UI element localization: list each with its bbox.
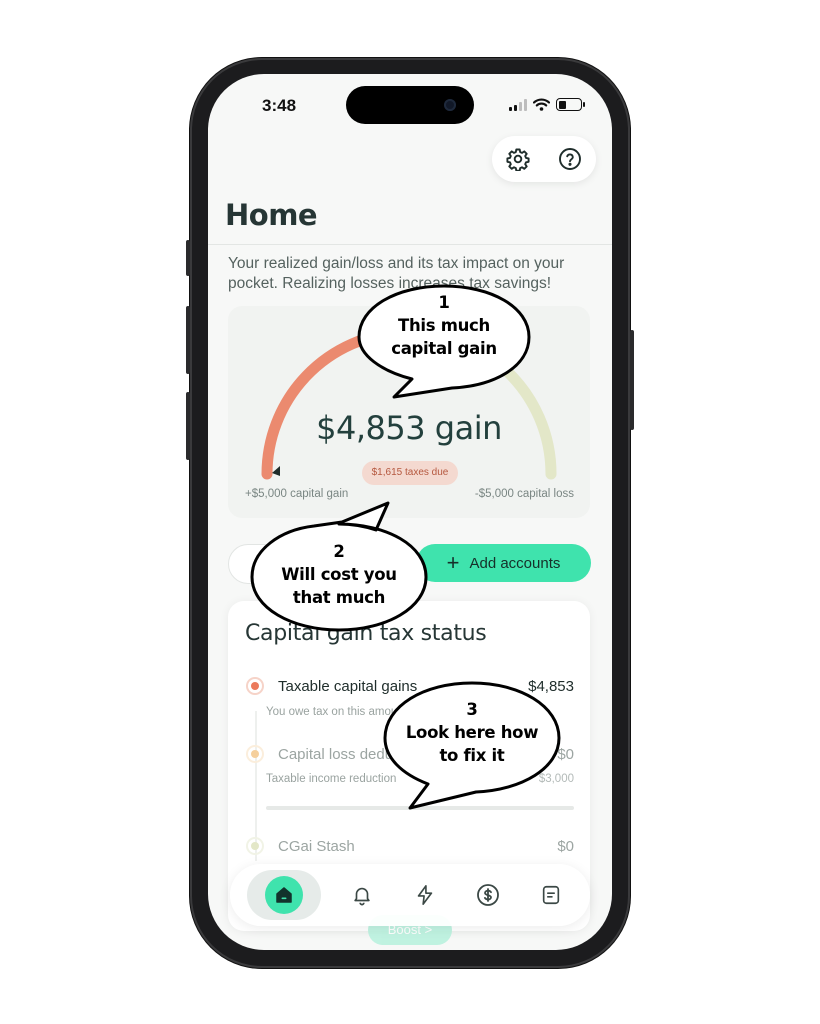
signal-icon	[509, 98, 527, 111]
lightning-icon	[417, 885, 433, 905]
callout-3-text: 3 Look here how to fix it	[380, 698, 564, 767]
phone-side-button	[186, 240, 190, 276]
dynamic-island	[346, 86, 474, 124]
plus-icon: +	[446, 550, 460, 575]
loss-deductions-subtext: Taxable income reduction	[266, 773, 397, 785]
callout-1-number: 1	[438, 293, 450, 312]
callout-2-text: 2 Will cost you that much	[246, 540, 432, 609]
phone-volume-down-button	[186, 392, 190, 460]
taxes-due-badge: $1,615 taxes due	[362, 461, 458, 485]
wifi-icon	[533, 98, 550, 111]
header-divider	[208, 244, 612, 245]
callout-3: 3 Look here how to fix it	[380, 680, 564, 812]
add-accounts-label: Add accounts	[469, 554, 561, 572]
callout-2: 2 Will cost you that much	[246, 500, 432, 634]
gauge-min-label: +$5,000 capital gain	[245, 488, 349, 500]
gain-value: $4,853 gain	[316, 409, 502, 447]
nav-notifications[interactable]	[340, 873, 384, 917]
status-icons	[509, 98, 585, 111]
nav-home[interactable]	[247, 870, 322, 920]
stash-dot	[246, 837, 264, 855]
battery-icon	[556, 98, 585, 111]
nav-boost[interactable]	[403, 873, 447, 917]
question-circle-icon[interactable]	[556, 145, 584, 173]
callout-1-text: 1 This much capital gain	[354, 291, 534, 360]
phone-volume-up-button	[186, 306, 190, 374]
home-icon	[276, 887, 293, 903]
top-actions	[492, 136, 596, 182]
gauge-max-label: -$5,000 capital loss	[474, 488, 574, 500]
gear-icon[interactable]	[504, 145, 532, 173]
bottom-nav	[230, 864, 590, 926]
callout-3-line2: to fix it	[439, 746, 505, 765]
callout-2-line2: that much	[292, 588, 386, 607]
loss-deductions-dot	[246, 745, 264, 763]
nav-money[interactable]	[466, 873, 510, 917]
callout-1: 1 This much capital gain	[354, 283, 534, 403]
callout-3-number: 3	[466, 700, 478, 719]
callout-3-line1: Look here how	[405, 723, 539, 742]
gauge-pointer	[272, 466, 280, 476]
nav-documents[interactable]	[529, 873, 573, 917]
callout-1-line2: capital gain	[391, 339, 497, 358]
callout-2-line1: Will cost you	[281, 565, 397, 584]
stash-label: CGai Stash	[278, 838, 355, 855]
add-accounts-button[interactable]: + Add accounts	[416, 544, 591, 582]
callout-1-line1: This much	[398, 316, 490, 335]
stash-amount: $0	[557, 838, 574, 855]
dollar-circle-icon	[476, 884, 499, 906]
bell-icon	[354, 887, 370, 906]
callout-2-number: 2	[333, 542, 345, 561]
taxable-gains-dot	[246, 677, 264, 695]
status-time: 3:48	[262, 96, 297, 115]
phone-power-button	[630, 330, 634, 430]
page-title: Home	[225, 198, 318, 232]
document-icon	[542, 885, 559, 905]
